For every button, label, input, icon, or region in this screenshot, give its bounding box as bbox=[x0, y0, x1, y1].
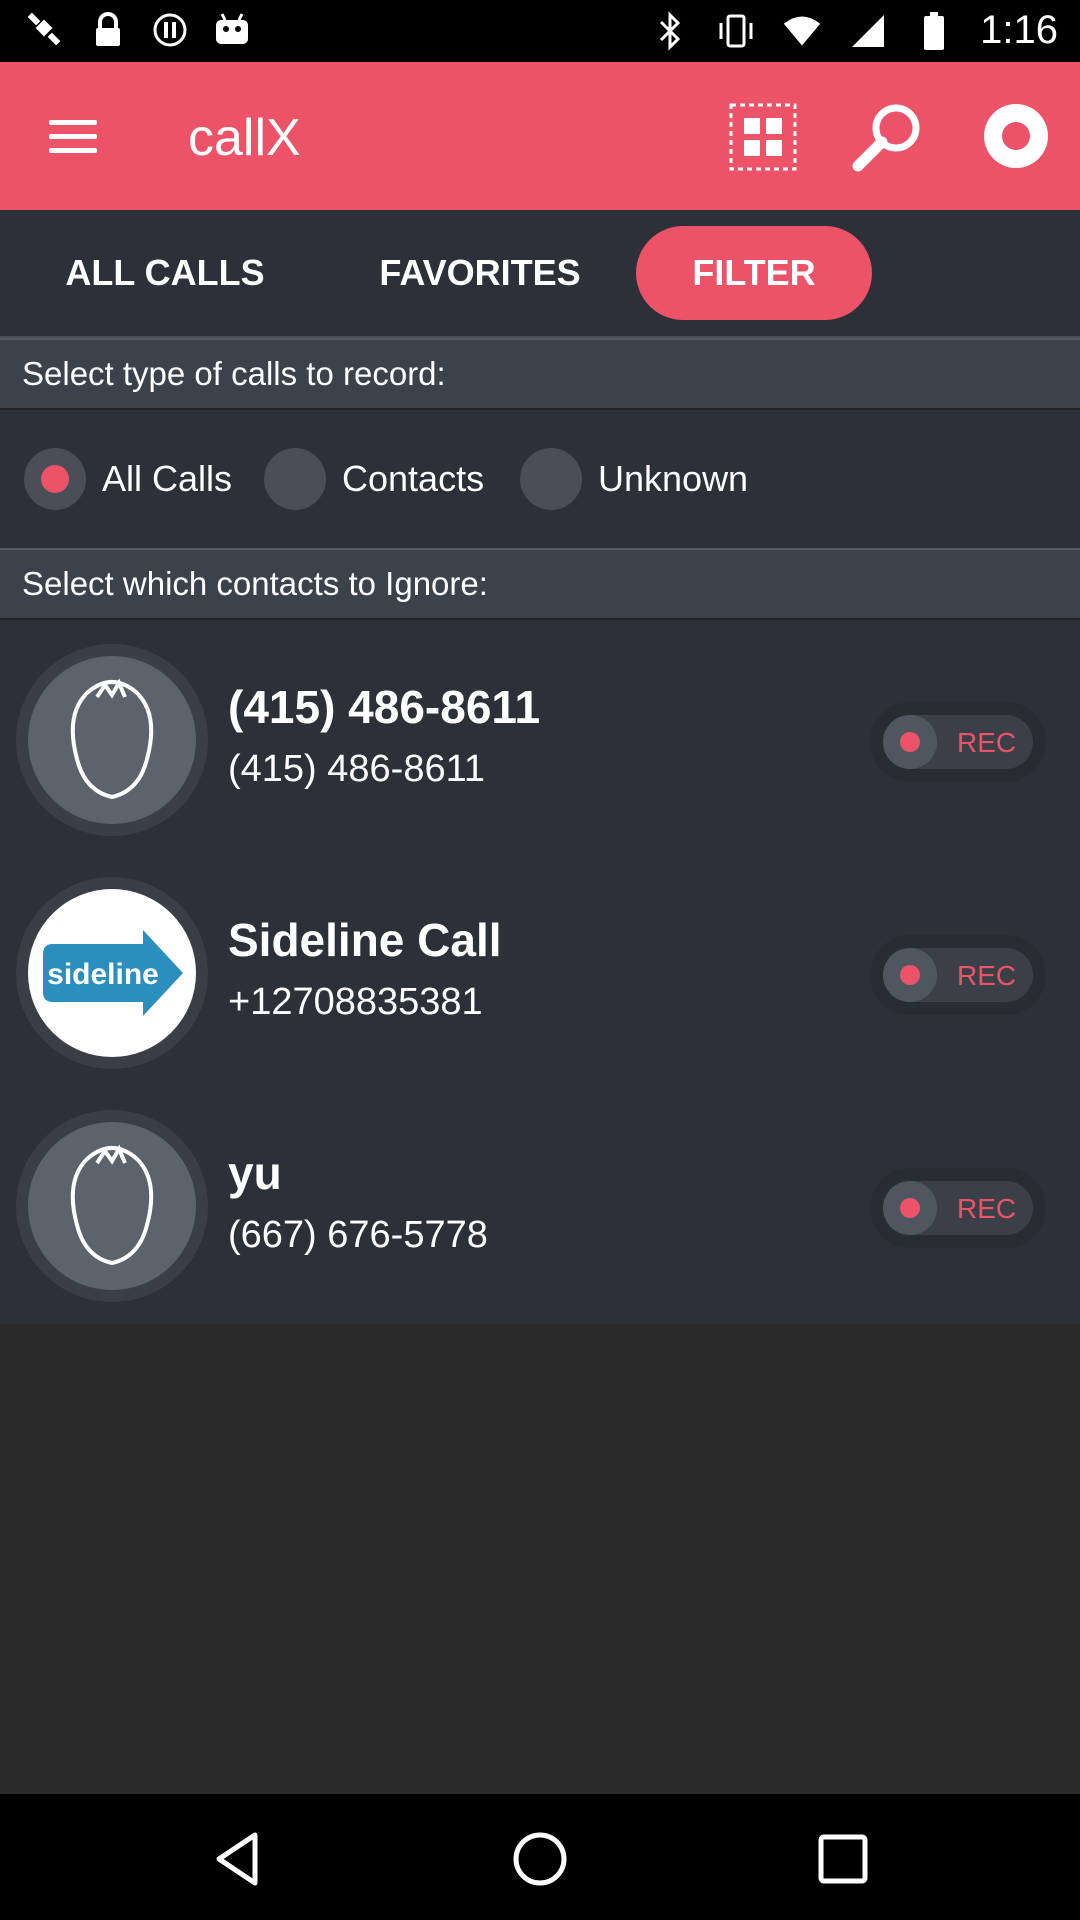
contact-row[interactable]: sideline Sideline Call +12708835381 REC bbox=[0, 853, 1080, 1086]
radio-selected-icon bbox=[24, 448, 86, 510]
signal-icon bbox=[848, 11, 888, 51]
sideline-logo: sideline bbox=[28, 889, 196, 1057]
data-saver-icon bbox=[150, 10, 190, 50]
back-icon[interactable] bbox=[202, 1824, 272, 1894]
rec-label: REC bbox=[957, 1193, 1017, 1224]
record-type-options: All Calls Contacts Unknown bbox=[0, 410, 1080, 548]
battery-icon bbox=[914, 11, 954, 51]
avatar bbox=[16, 644, 208, 836]
rec-label: REC bbox=[957, 727, 1017, 758]
nav-bar bbox=[0, 1794, 1080, 1920]
contact-number: (667) 676-5778 bbox=[228, 1214, 488, 1256]
contact-row[interactable]: yu (667) 676-5778 REC bbox=[0, 1086, 1080, 1319]
svg-text:sideline: sideline bbox=[47, 958, 159, 991]
contact-number: (415) 486-8611 bbox=[228, 748, 486, 790]
satellite-icon bbox=[26, 10, 66, 50]
contact-number: +12708835381 bbox=[228, 981, 483, 1023]
ignore-contacts-heading: Select which contacts to Ignore: bbox=[0, 548, 1080, 620]
rec-toggle-knob bbox=[883, 948, 937, 1002]
recents-icon[interactable] bbox=[808, 1824, 878, 1894]
radio-unselected-icon bbox=[520, 448, 582, 510]
radio-unselected-icon bbox=[264, 448, 326, 510]
empty-area bbox=[0, 1324, 1080, 1794]
avatar bbox=[16, 1110, 208, 1302]
android-icon bbox=[212, 10, 252, 50]
contact-name: Sideline Call bbox=[228, 914, 502, 966]
default-avatar-icon bbox=[28, 1122, 196, 1290]
status-left-icons bbox=[26, 10, 252, 50]
tab-favorites[interactable]: FAVORITES bbox=[360, 226, 600, 320]
rec-toggle[interactable]: REC bbox=[870, 935, 1046, 1015]
rec-label: REC bbox=[957, 960, 1017, 991]
tab-bar: ALL CALLS FAVORITES FILTER bbox=[0, 210, 1080, 338]
default-avatar-icon bbox=[28, 656, 196, 824]
rec-toggle-track: REC bbox=[883, 1181, 1033, 1235]
radio-label: Unknown bbox=[598, 458, 749, 499]
radio-label: All Calls bbox=[102, 458, 233, 499]
app-bar: callX bbox=[0, 62, 1080, 210]
app-title: callX bbox=[188, 109, 301, 167]
radio-label: Contacts bbox=[342, 458, 485, 499]
contact-list: (415) 486-8611 (415) 486-8611 REC sideli… bbox=[0, 620, 1080, 1324]
rec-toggle[interactable]: REC bbox=[870, 702, 1046, 782]
avatar: sideline bbox=[16, 877, 208, 1069]
wifi-icon bbox=[782, 11, 822, 51]
rec-toggle-track: REC bbox=[883, 715, 1033, 769]
record-type-heading: Select type of calls to record: bbox=[0, 338, 1080, 410]
status-right-icons: 1:16 bbox=[650, 8, 1058, 53]
record-icon[interactable] bbox=[984, 104, 1048, 168]
status-bar: 1:16 bbox=[0, 0, 1080, 62]
rec-toggle[interactable]: REC bbox=[870, 1168, 1046, 1248]
tab-filter[interactable]: FILTER bbox=[636, 226, 872, 320]
grid-icon[interactable] bbox=[728, 102, 798, 172]
status-time: 1:16 bbox=[980, 8, 1058, 52]
rec-toggle-knob bbox=[883, 715, 937, 769]
search-icon[interactable] bbox=[852, 102, 924, 172]
contact-name: (415) 486-8611 bbox=[228, 681, 541, 733]
bluetooth-icon bbox=[650, 10, 690, 51]
menu-icon[interactable] bbox=[38, 106, 108, 166]
radio-all-calls[interactable]: All Calls bbox=[24, 448, 232, 510]
radio-unknown[interactable]: Unknown bbox=[520, 448, 748, 510]
home-icon[interactable] bbox=[505, 1824, 575, 1894]
vibrate-icon bbox=[716, 11, 756, 51]
tab-all-calls[interactable]: ALL CALLS bbox=[40, 226, 290, 320]
rec-toggle-track: REC bbox=[883, 948, 1033, 1002]
rec-toggle-knob bbox=[883, 1181, 937, 1235]
contact-name: yu bbox=[228, 1147, 282, 1199]
radio-contacts[interactable]: Contacts bbox=[264, 448, 484, 510]
contact-row[interactable]: (415) 486-8611 (415) 486-8611 REC bbox=[0, 620, 1080, 853]
lock-icon bbox=[88, 10, 128, 50]
